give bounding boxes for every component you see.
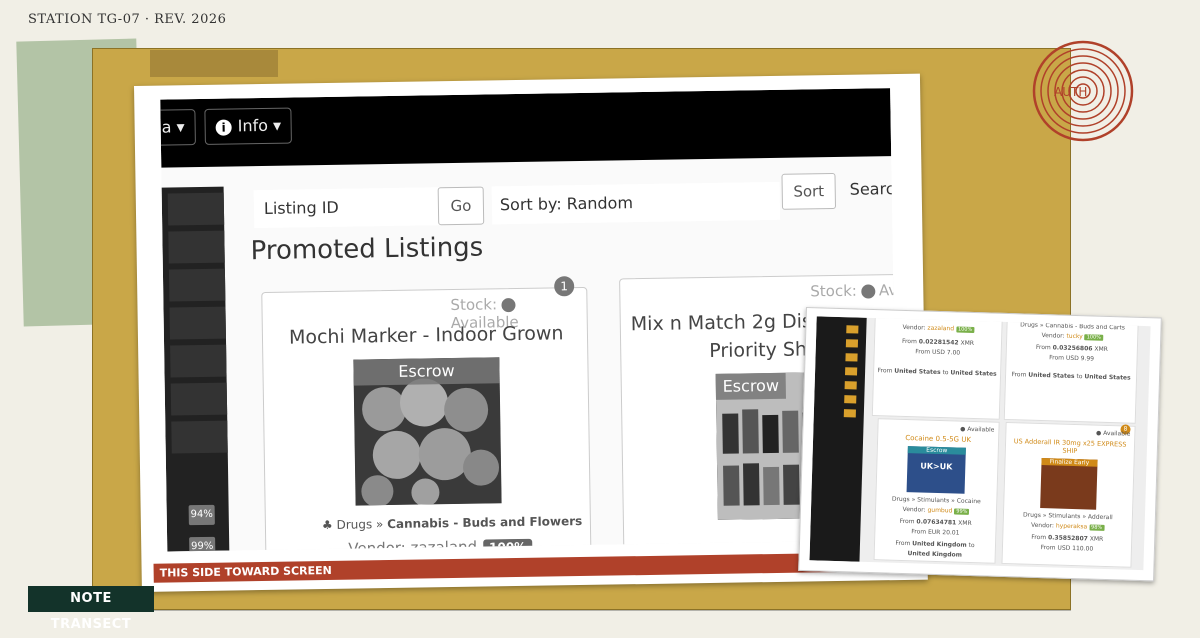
vendor-score-badge: 100%	[482, 538, 533, 552]
search-label[interactable]: Searc	[849, 172, 897, 207]
status-dot-icon	[500, 297, 516, 312]
inset-shipping: From United States to United States	[877, 367, 997, 378]
inset-listing-image[interactable]: Finalize Early	[1040, 458, 1098, 510]
inset-screenshot-print: Vendor: zazaland 100% From 0.02281542 XM…	[798, 307, 1162, 582]
inset-sidebar-percent	[843, 409, 856, 418]
sidebar-percent: 94%	[188, 504, 215, 526]
inset-vendor-line: Vendor: tucky 100%	[1041, 332, 1104, 341]
inset-category: Drugs » Stimulants » Adderall	[1022, 511, 1113, 522]
inset-stock: ● Available	[960, 425, 995, 434]
inset-shipping: From United Kingdom to	[895, 539, 975, 550]
sort-select[interactable]: Sort by: Random	[491, 181, 781, 225]
category-prefix[interactable]: Drugs	[336, 517, 372, 532]
sidebar-item[interactable]	[171, 420, 228, 454]
inset-price-fiat: From USD 7.00	[915, 348, 961, 357]
inset-marketplace-screenshot: Vendor: zazaland 100% From 0.02281542 XM…	[809, 316, 1151, 571]
listing-id-input[interactable]: Listing ID	[253, 187, 445, 229]
inset-sidebar	[809, 316, 867, 562]
vendor-label: Vendor:	[348, 538, 406, 552]
vendor-line: Vendor: zazaland 100%	[348, 537, 533, 552]
inset-price-xmr: From 0.02281542 XMR	[901, 337, 975, 347]
inset-price-xmr: From 0.35852807 XMR	[1031, 533, 1104, 543]
inset-price-fiat: From EUR 20.01	[911, 528, 960, 537]
escrow-banner: Escrow	[353, 357, 500, 386]
listing-card[interactable]: 1 Stock:Available Mochi Marker - Indoor …	[261, 276, 592, 552]
escrow-banner: Escrow	[715, 372, 786, 400]
inset-sidebar-percent	[845, 353, 858, 362]
marketplace-screenshot: a ▾ i Info ▾ 94% 99% Listing ID Go Sort b…	[160, 88, 898, 552]
cannabis-icon: ♣	[321, 517, 333, 533]
seal-stamp: AUTH	[1032, 40, 1134, 142]
sidebar-item[interactable]	[170, 344, 227, 378]
sidebar-item[interactable]	[167, 192, 225, 226]
sidebar: 94% 99%	[161, 186, 230, 552]
inset-vendor-line: Vendor: gumbud 99%	[902, 505, 970, 515]
navbar: a ▾ i Info ▾	[160, 88, 892, 168]
inset-price-xmr: From 0.03256806 XMR	[1035, 343, 1108, 353]
inset-category: Drugs » Stimulants » Cocaine	[891, 495, 981, 506]
tape-strip	[150, 50, 278, 77]
info-dropdown[interactable]: i Info ▾	[204, 107, 293, 145]
info-icon: i	[215, 118, 232, 136]
inset-category: Drugs » Cannabis - Buds and Carts	[1020, 321, 1126, 332]
inset-image-text: Finalize Early	[1041, 458, 1098, 467]
status-dot-icon	[860, 283, 875, 299]
nav-menu-dropdown[interactable]: a ▾	[160, 109, 196, 146]
inset-sidebar-percent	[844, 367, 858, 376]
inset-sidebar-percent	[844, 381, 857, 390]
inset-sidebar-percent	[844, 395, 857, 404]
category-breadcrumb: ♣ Drugs » Cannabis - Buds and Flowers	[321, 514, 583, 533]
inset-listing-card[interactable]: ● Available Cocaine 0.5-5G UK Escrow UK>…	[873, 418, 1000, 564]
inset-vendor-line: Vendor: hyperaksa 98%	[1030, 521, 1105, 531]
inset-price-fiat: From USD 9.99	[1049, 354, 1095, 363]
section-title: Promoted Listings	[250, 232, 484, 267]
listing-title[interactable]: Mochi Marker - Indoor Grown	[289, 322, 564, 348]
inset-vendor-line: Vendor: zazaland 100%	[902, 323, 975, 334]
sidebar-item[interactable]	[169, 306, 226, 340]
inset-listing-title[interactable]: Cocaine 0.5-5G UK	[878, 433, 998, 445]
inset-price-fiat: From USD 110.00	[1040, 544, 1094, 553]
inset-listing-card[interactable]: 8 ● Available US Adderall IR 30mg x25 EX…	[1001, 421, 1136, 568]
inset-listing-image[interactable]: Escrow UK>UK	[906, 446, 966, 494]
inset-listing-card[interactable]: Drugs » Cannabis - Buds and Carts Vendor…	[1003, 317, 1139, 424]
inset-image-text: UK>UK	[920, 461, 953, 472]
inset-sidebar-percent	[846, 325, 859, 334]
listing-image[interactable]: Escrow	[353, 357, 502, 506]
sidebar-item[interactable]	[168, 230, 225, 264]
inset-stock: ● Available	[1095, 429, 1131, 438]
go-button[interactable]: Go	[437, 186, 485, 226]
stock-label: Stock:	[810, 281, 858, 301]
stock-label: Stock:	[450, 295, 498, 315]
sidebar-percent: 99%	[189, 536, 216, 552]
stock-value: Ava	[878, 280, 898, 300]
vendor-name[interactable]: zazaland	[410, 538, 477, 552]
sort-button[interactable]: Sort	[781, 172, 837, 210]
sidebar-item[interactable]	[168, 268, 226, 302]
listing-title-line2[interactable]: Priority Shi	[709, 338, 812, 362]
inset-price-xmr: From 0.07634781 XMR	[899, 517, 972, 528]
info-label: Info	[237, 115, 269, 136]
stock-status: Stock: Ava	[810, 281, 897, 301]
inset-listing-title[interactable]: US Adderall IR 30mg x25 EXPRESS SHIP	[1006, 437, 1134, 457]
note-label: NOTE TRANSECT	[28, 586, 154, 632]
nav-menu-label: a	[161, 117, 172, 137]
header-text: STATION TG-07 · REV. 2026	[28, 12, 227, 27]
sidebar-item[interactable]	[170, 382, 228, 416]
inset-listing-card[interactable]: Vendor: zazaland 100% From 0.02281542 XM…	[871, 316, 1003, 420]
inset-shipping-to: United Kingdom	[907, 550, 963, 559]
category-path[interactable]: Cannabis - Buds and Flowers	[387, 514, 582, 531]
inset-shipping: From United States to United States	[1011, 371, 1131, 382]
inset-sidebar-percent	[845, 339, 859, 348]
inset-escrow-banner: Escrow	[907, 446, 966, 455]
seal-text: AUTH	[1054, 85, 1087, 99]
